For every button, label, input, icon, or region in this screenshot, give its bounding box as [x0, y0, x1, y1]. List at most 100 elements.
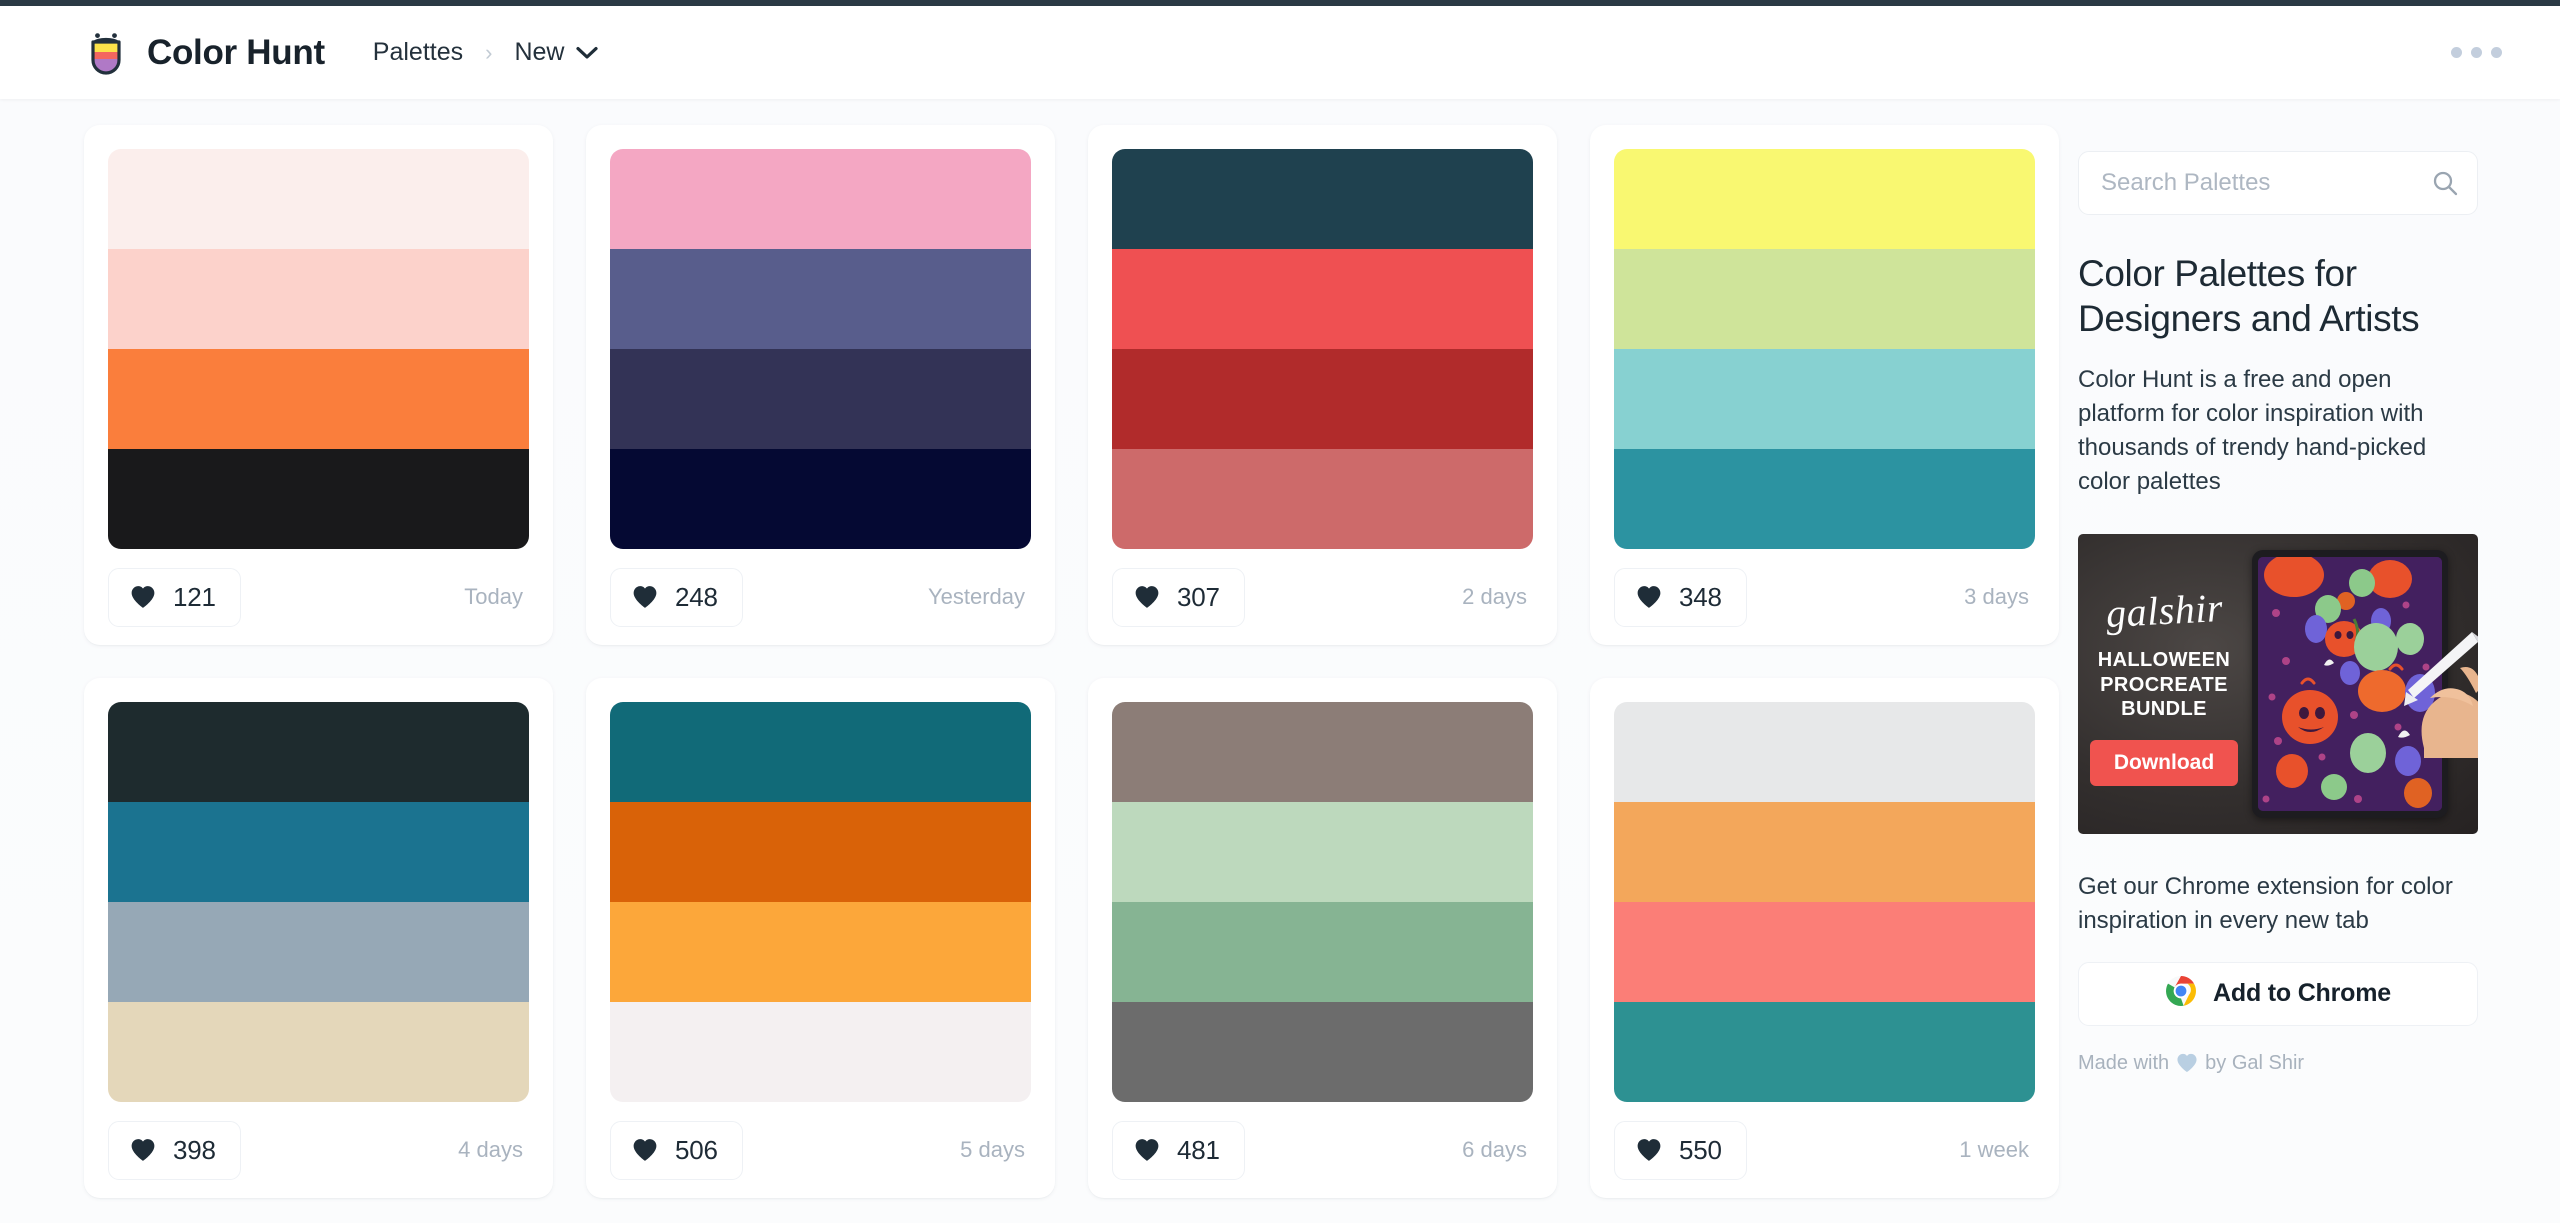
palette-card[interactable]: 550 1 week: [1590, 678, 2059, 1198]
heart-icon: [632, 585, 658, 609]
brand-name: Color Hunt: [147, 32, 325, 72]
color-hunt-logo-icon: [84, 31, 128, 75]
like-count: 307: [1177, 581, 1220, 612]
palette-card[interactable]: 506 5 days: [586, 678, 1055, 1198]
heart-icon: [1134, 1138, 1160, 1162]
palette-grid-wrapper: 121 Today 248 Yesterday 307 2 days 348 3 days 39…: [0, 125, 2059, 1198]
palette-date: 1 week: [1959, 1137, 2029, 1162]
palette-swatch[interactable]: [1614, 449, 2035, 549]
more-dot: [2491, 47, 2502, 58]
palette-swatch[interactable]: [610, 449, 1031, 549]
made-by-credit: Made with by Gal Shir: [2078, 1052, 2478, 1075]
site-header: Color Hunt Palettes › New: [0, 6, 2560, 99]
breadcrumb-new-dropdown[interactable]: New: [514, 38, 599, 67]
like-count: 506: [675, 1134, 718, 1165]
palette-card[interactable]: 307 2 days: [1088, 125, 1557, 645]
palette-card-footer: 348 3 days: [1614, 549, 2035, 645]
palette-swatch[interactable]: [1614, 249, 2035, 349]
ad-download-button[interactable]: Download: [2089, 739, 2239, 786]
palette-swatch[interactable]: [610, 249, 1031, 349]
palette-swatch[interactable]: [1614, 802, 2035, 902]
palette-swatches: [108, 149, 529, 549]
palette-swatch[interactable]: [1112, 149, 1533, 249]
like-count: 121: [173, 581, 216, 612]
like-button[interactable]: 248: [610, 567, 743, 627]
palette-swatch[interactable]: [610, 802, 1031, 902]
search-icon[interactable]: [2431, 169, 2459, 197]
breadcrumb-palettes[interactable]: Palettes: [373, 38, 463, 67]
add-to-chrome-button[interactable]: Add to Chrome: [2078, 961, 2478, 1026]
palette-swatch[interactable]: [1112, 802, 1533, 902]
heart-icon: [632, 1138, 658, 1162]
palette-swatch[interactable]: [610, 902, 1031, 1002]
advertisement-banner[interactable]: galshir HALLOWEEN PROCREATE BUNDLE Downl…: [2078, 533, 2478, 834]
palette-card-footer: 248 Yesterday: [610, 549, 1031, 645]
palette-swatches: [1112, 702, 1533, 1102]
palette-swatch[interactable]: [108, 349, 529, 449]
chrome-icon: [2165, 975, 2197, 1012]
palette-card-footer: 398 4 days: [108, 1102, 529, 1198]
like-button[interactable]: 550: [1614, 1120, 1747, 1180]
palette-swatch[interactable]: [610, 349, 1031, 449]
palette-swatch[interactable]: [108, 149, 529, 249]
palette-swatch[interactable]: [1614, 149, 2035, 249]
search-palettes-box[interactable]: [2078, 151, 2478, 215]
palette-card[interactable]: 481 6 days: [1088, 678, 1557, 1198]
ad-image-column: [2252, 549, 2478, 820]
like-button[interactable]: 307: [1112, 567, 1245, 627]
palette-swatch[interactable]: [1112, 449, 1533, 549]
like-button[interactable]: 398: [108, 1120, 241, 1180]
palette-swatch[interactable]: [1614, 349, 2035, 449]
palette-card[interactable]: 121 Today: [84, 125, 553, 645]
tablet-device-illustration: [2252, 549, 2448, 818]
like-count: 550: [1679, 1134, 1722, 1165]
palette-card[interactable]: 348 3 days: [1590, 125, 2059, 645]
heart-icon: [130, 585, 156, 609]
breadcrumb-separator-icon: ›: [485, 39, 493, 65]
heart-icon: [1636, 1138, 1662, 1162]
palette-swatch[interactable]: [1112, 1002, 1533, 1102]
palette-swatch[interactable]: [1614, 902, 2035, 1002]
search-input[interactable]: [2101, 169, 2431, 197]
palette-swatch[interactable]: [610, 702, 1031, 802]
palette-swatch[interactable]: [610, 1002, 1031, 1102]
palette-card[interactable]: 248 Yesterday: [586, 125, 1055, 645]
like-count: 481: [1177, 1134, 1220, 1165]
like-button[interactable]: 506: [610, 1120, 743, 1180]
palette-swatch[interactable]: [108, 449, 529, 549]
palette-swatch[interactable]: [1112, 902, 1533, 1002]
like-button[interactable]: 481: [1112, 1120, 1245, 1180]
heart-icon: [130, 1138, 156, 1162]
more-horizontal-icon[interactable]: [2445, 37, 2508, 68]
heart-icon: [2176, 1053, 2198, 1073]
breadcrumb-current-label: New: [514, 38, 565, 66]
palette-date: 3 days: [1964, 584, 2029, 609]
palette-swatches: [108, 702, 529, 1102]
palette-swatch[interactable]: [1112, 702, 1533, 802]
palette-swatch[interactable]: [108, 249, 529, 349]
like-count: 348: [1679, 581, 1722, 612]
palette-swatch[interactable]: [1614, 1002, 2035, 1102]
palette-swatches: [1614, 149, 2035, 549]
palette-swatch[interactable]: [108, 902, 529, 1002]
palette-swatch[interactable]: [1614, 702, 2035, 802]
palette-swatch[interactable]: [610, 149, 1031, 249]
brand-logo-link[interactable]: Color Hunt: [84, 31, 325, 75]
palette-card-footer: 121 Today: [108, 549, 529, 645]
palette-swatch[interactable]: [108, 802, 529, 902]
palette-swatch[interactable]: [108, 1002, 529, 1102]
palette-swatch[interactable]: [1112, 349, 1533, 449]
ad-headline: HALLOWEEN PROCREATE BUNDLE: [2097, 649, 2231, 721]
palette-card-footer: 481 6 days: [1112, 1102, 1533, 1198]
like-count: 398: [173, 1134, 216, 1165]
like-button[interactable]: 348: [1614, 567, 1747, 627]
palette-grid: 121 Today 248 Yesterday 307 2 days 348 3 days 39…: [84, 125, 2059, 1198]
palette-date: 2 days: [1462, 584, 1527, 609]
like-count: 248: [675, 581, 718, 612]
like-button[interactable]: 121: [108, 567, 241, 627]
palette-card[interactable]: 398 4 days: [84, 678, 553, 1198]
palette-date: Yesterday: [927, 584, 1025, 609]
palette-swatch[interactable]: [108, 702, 529, 802]
palette-swatch[interactable]: [1112, 249, 1533, 349]
extension-description: Get our Chrome extension for color inspi…: [2078, 872, 2453, 934]
